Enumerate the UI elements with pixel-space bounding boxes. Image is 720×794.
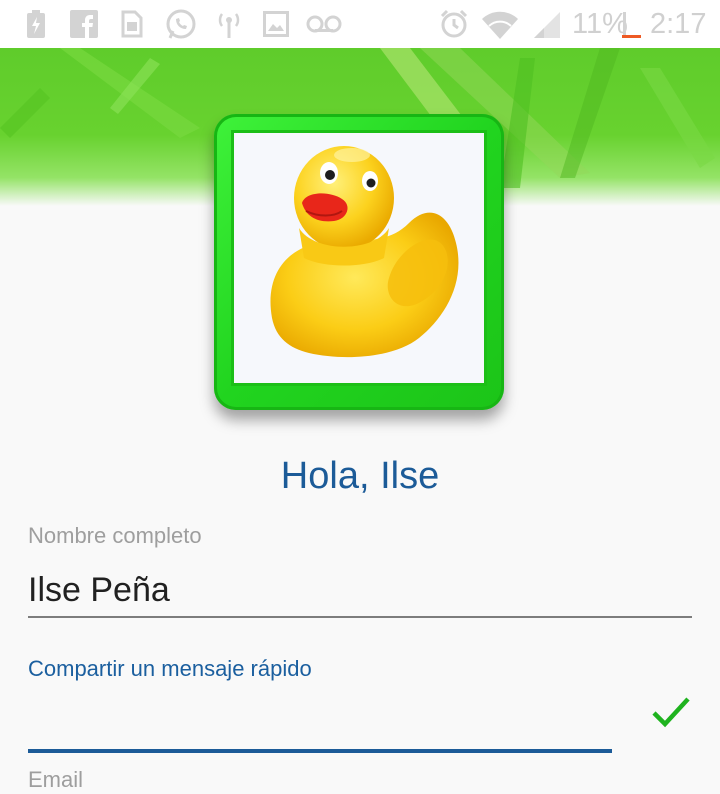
profile-avatar-frame[interactable] [214, 114, 504, 410]
email-label: Email [28, 767, 84, 792]
whatsapp-icon [164, 9, 198, 39]
battery-icon [26, 9, 46, 39]
status-time: 2:17 [650, 8, 707, 40]
sim-icon [121, 9, 143, 39]
rubber-duck-avatar [231, 130, 487, 386]
facebook-icon [70, 9, 98, 39]
battery-percent: 11% [572, 8, 628, 40]
voicemail-icon [306, 9, 342, 39]
wifi-icon [480, 9, 520, 39]
image-icon [263, 9, 289, 39]
battery-level-indicator [622, 35, 641, 38]
signal-icon [532, 9, 562, 39]
full-name-underline [28, 616, 692, 618]
quick-message-input[interactable] [28, 694, 612, 738]
quick-message-label: Compartir un mensaje rápido [28, 656, 312, 681]
check-icon[interactable] [650, 694, 692, 730]
full-name-label: Nombre completo [28, 523, 202, 548]
status-bar: 11% 2:17 [0, 0, 720, 48]
quick-message-underline [28, 749, 612, 753]
full-name-field[interactable]: Ilse Peña [28, 569, 170, 611]
alarm-icon [439, 9, 469, 39]
antenna-icon [216, 9, 242, 39]
greeting-title: Hola, Ilse [280, 455, 440, 497]
